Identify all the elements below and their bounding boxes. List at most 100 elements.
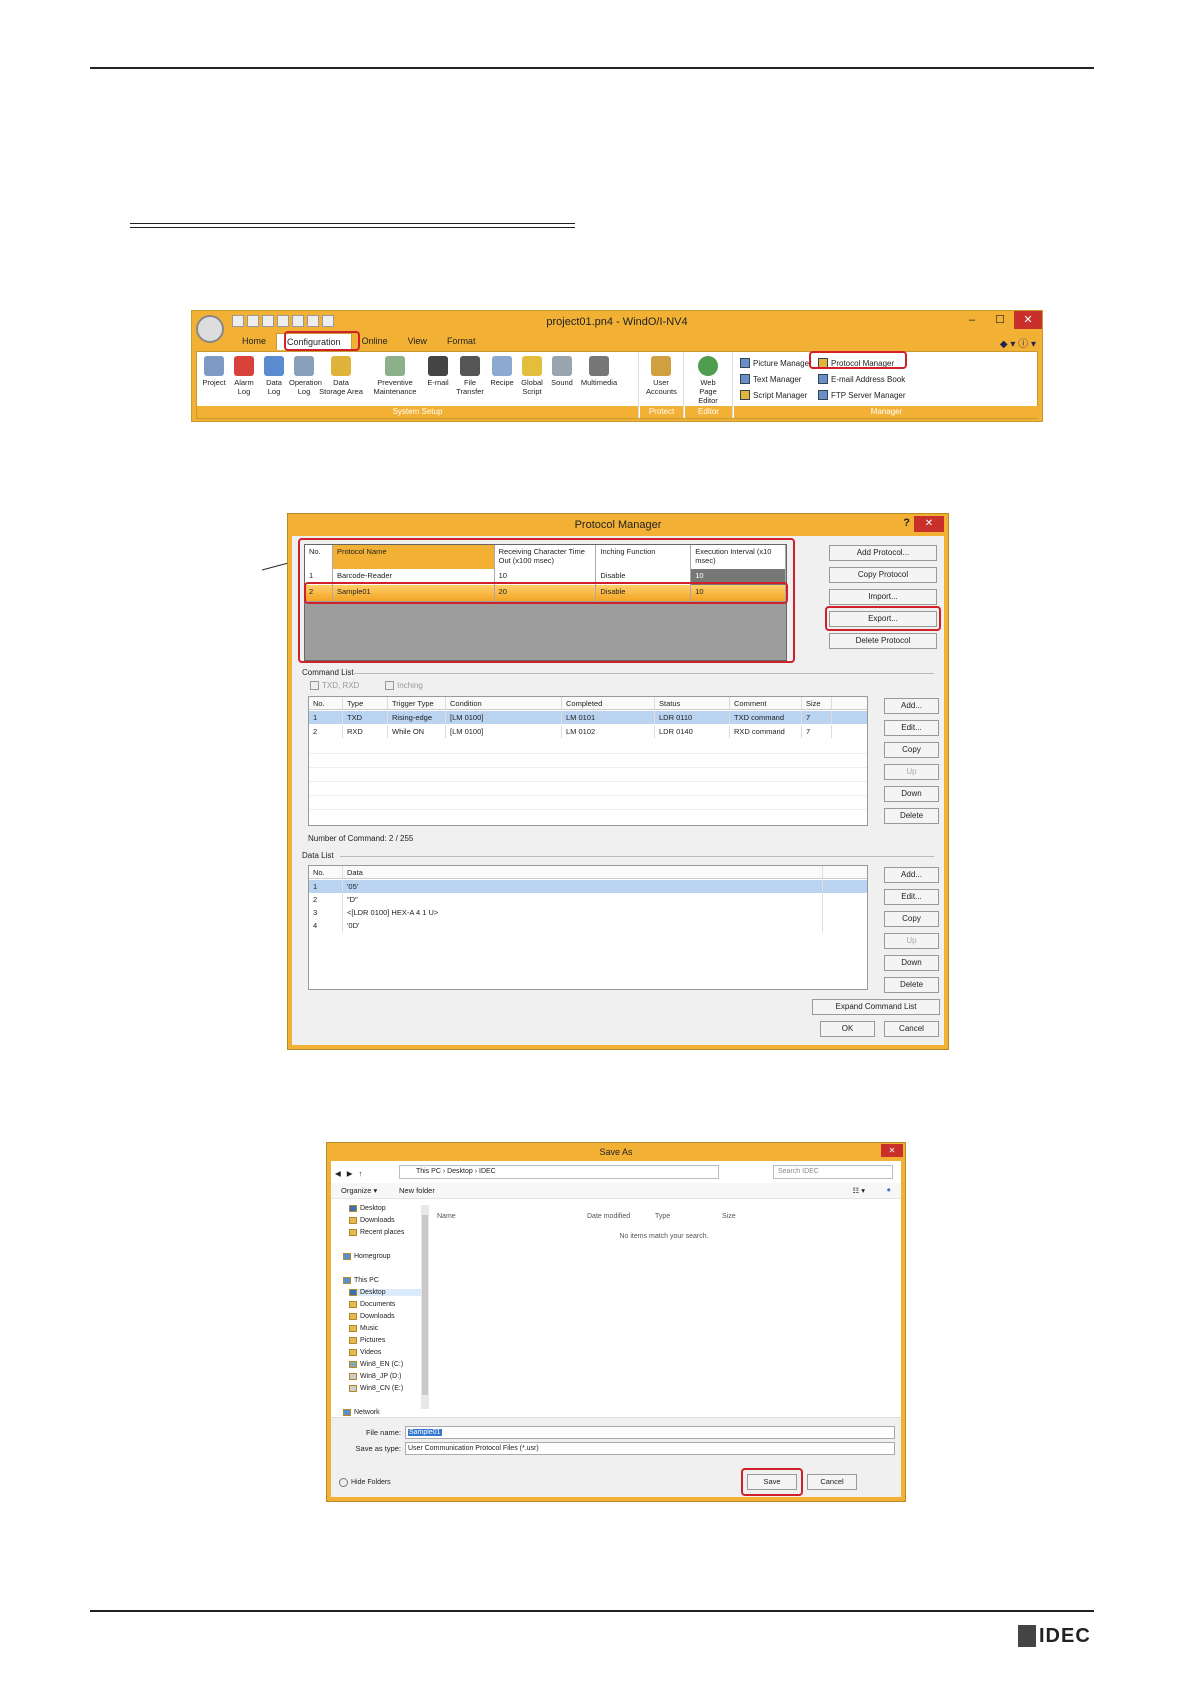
table-row[interactable]: 2 RXD While ON [LM 0100] LM 0102 LDR 014… — [309, 725, 867, 738]
command-up-button[interactable]: Up — [884, 764, 939, 780]
table-row[interactable]: 4 '0D' — [309, 919, 867, 932]
tree-item[interactable]: Network — [343, 1409, 380, 1416]
table-row[interactable]: 3 <[LDR 0100] HEX-A 4 1 U> — [309, 906, 867, 919]
organize-button[interactable]: Organize ▾ — [341, 1186, 377, 1195]
data-storage-area-button[interactable]: Data Storage Area — [319, 356, 363, 396]
tree-item[interactable]: Win8_JP (D:) — [349, 1373, 402, 1380]
ftp-server-manager-button[interactable]: FTP Server Manager — [818, 390, 906, 400]
tree-item[interactable]: This PC — [343, 1277, 379, 1284]
file-transfer-icon — [460, 356, 480, 376]
file-name-label: File name: — [365, 1428, 401, 1437]
tree-item[interactable]: Win8_EN (C:) — [349, 1361, 403, 1368]
scrollbar-thumb[interactable] — [422, 1215, 428, 1395]
data-log-button[interactable]: Data Log — [259, 356, 289, 396]
tree-item[interactable]: Downloads — [349, 1217, 395, 1224]
project-icon — [204, 356, 224, 376]
global-script-button[interactable]: Global Script — [517, 356, 547, 396]
command-edit-button[interactable]: Edit... — [884, 720, 939, 736]
alarm-log-button[interactable]: Alarm Log — [229, 356, 259, 396]
inching-checkbox[interactable]: Inching — [385, 681, 423, 690]
tree-item[interactable]: Win8_CN (E:) — [349, 1385, 403, 1392]
tree-item[interactable]: Documents — [349, 1301, 395, 1308]
ok-button[interactable]: OK — [820, 1021, 875, 1037]
heading-rule-bottom — [130, 227, 575, 228]
minimize-icon[interactable]: – — [958, 311, 986, 329]
col-date-modified[interactable]: Date modified — [587, 1213, 630, 1220]
add-protocol-button[interactable]: Add Protocol... — [829, 545, 937, 561]
protocol-manager-dialog: Protocol Manager ? ✕ No. Protocol Name R… — [287, 513, 949, 1050]
script-manager-button[interactable]: Script Manager — [740, 390, 807, 400]
col-name[interactable]: Name — [437, 1213, 456, 1220]
help-icon[interactable]: ● — [886, 1185, 891, 1194]
forward-icon[interactable]: ▶ — [347, 1169, 353, 1178]
expand-command-list-button[interactable]: Expand Command List — [812, 999, 940, 1015]
tree-item[interactable]: Music — [349, 1325, 378, 1332]
data-edit-button[interactable]: Edit... — [884, 889, 939, 905]
command-down-button[interactable]: Down — [884, 786, 939, 802]
col-type[interactable]: Type — [655, 1213, 670, 1220]
table-row[interactable]: 2 "D" — [309, 893, 867, 906]
user-accounts-button[interactable]: User Accounts — [646, 356, 677, 396]
tree-item[interactable]: Videos — [349, 1349, 381, 1356]
email-button[interactable]: E-mail — [423, 356, 453, 387]
data-copy-button[interactable]: Copy — [884, 911, 939, 927]
help-icon[interactable]: ◆ ▾ ⓘ ▾ — [1000, 335, 1036, 350]
up-icon[interactable]: ↑ — [359, 1169, 363, 1178]
tree-item[interactable]: Homegroup — [343, 1253, 391, 1260]
cancel-button[interactable]: Cancel — [807, 1474, 857, 1490]
sound-button[interactable]: Sound — [547, 356, 577, 387]
table-row-selected[interactable]: 1 TXD Rising-edge [LM 0100] LM 0101 LDR … — [309, 711, 867, 724]
close-icon[interactable]: ✕ — [881, 1144, 903, 1157]
tree-item-selected[interactable]: Desktop — [349, 1289, 423, 1296]
tree-scrollbar[interactable] — [421, 1205, 429, 1409]
data-up-button[interactable]: Up — [884, 933, 939, 949]
new-folder-button[interactable]: New folder — [399, 1186, 435, 1195]
checkbox-icon — [310, 681, 319, 690]
maximize-icon[interactable]: ☐ — [986, 311, 1014, 329]
tree-item[interactable]: Pictures — [349, 1337, 385, 1344]
data-down-button[interactable]: Down — [884, 955, 939, 971]
drive-icon — [349, 1373, 357, 1380]
operation-log-button[interactable]: Operation Log — [289, 356, 322, 396]
tree-item[interactable]: Desktop — [349, 1205, 386, 1212]
multimedia-button[interactable]: Multimedia — [577, 356, 621, 387]
web-page-editor-button[interactable]: Web Page Editor — [693, 356, 723, 405]
email-address-book-button[interactable]: E-mail Address Book — [818, 374, 905, 384]
tab-home[interactable]: Home — [232, 333, 276, 350]
tree-item[interactable]: Downloads — [349, 1313, 395, 1320]
text-manager-button[interactable]: Text Manager — [740, 374, 801, 384]
folder-icon — [349, 1217, 357, 1224]
data-add-button[interactable]: Add... — [884, 867, 939, 883]
data-delete-button[interactable]: Delete — [884, 977, 939, 993]
file-name-input[interactable]: Sample01 — [405, 1426, 895, 1439]
copy-protocol-button[interactable]: Copy Protocol — [829, 567, 937, 583]
cancel-button[interactable]: Cancel — [884, 1021, 939, 1037]
computer-icon — [343, 1277, 351, 1284]
import-button[interactable]: Import... — [829, 589, 937, 605]
recipe-button[interactable]: Recipe — [487, 356, 517, 387]
txd-rxd-checkbox[interactable]: TXD, RXD — [310, 681, 359, 690]
hide-folders-button[interactable]: Hide Folders — [339, 1478, 391, 1487]
tree-item[interactable]: Recent places — [349, 1229, 404, 1236]
preventive-maintenance-button[interactable]: Preventive Maintenance — [369, 356, 421, 396]
table-row-selected[interactable]: 1 '05' — [309, 880, 867, 893]
tab-view[interactable]: View — [398, 333, 437, 350]
tab-format[interactable]: Format — [437, 333, 486, 350]
project-button[interactable]: Project — [199, 356, 229, 387]
application-menu-button[interactable] — [196, 315, 224, 343]
close-icon[interactable]: ✕ — [1014, 311, 1042, 329]
delete-protocol-button[interactable]: Delete Protocol — [829, 633, 937, 649]
help-icon[interactable]: ? — [903, 517, 910, 529]
search-input[interactable]: Search IDEC — [773, 1165, 893, 1179]
view-options-icon[interactable]: ☷ ▾ — [852, 1186, 865, 1195]
picture-manager-button[interactable]: Picture Manager — [740, 358, 812, 368]
command-copy-button[interactable]: Copy — [884, 742, 939, 758]
col-size[interactable]: Size — [722, 1213, 736, 1220]
file-transfer-button[interactable]: File Transfer — [455, 356, 485, 396]
save-type-select[interactable]: User Communication Protocol Files (*.usr… — [405, 1442, 895, 1455]
back-icon[interactable]: ◀ — [335, 1169, 341, 1178]
close-icon[interactable]: ✕ — [914, 516, 944, 532]
address-bar[interactable]: This PC › Desktop › IDEC — [399, 1165, 719, 1179]
command-delete-button[interactable]: Delete — [884, 808, 939, 824]
command-add-button[interactable]: Add... — [884, 698, 939, 714]
